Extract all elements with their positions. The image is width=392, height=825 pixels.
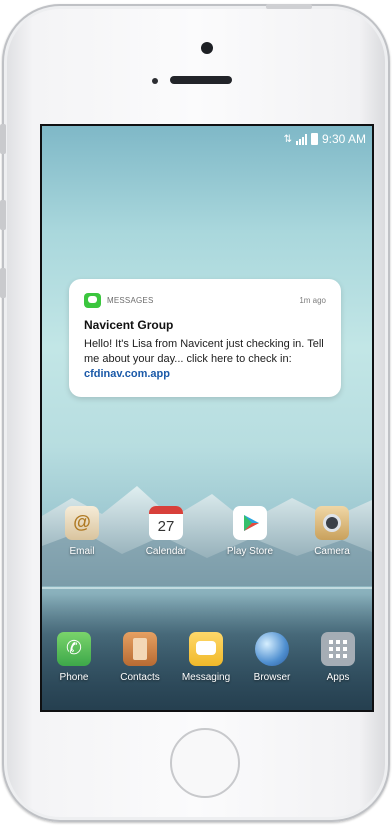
contacts-icon <box>123 632 157 666</box>
app-label: Messaging <box>181 672 231 683</box>
app-label: Email <box>69 546 95 557</box>
app-label: Apps <box>326 672 350 683</box>
browser-icon <box>255 632 289 666</box>
message-notification[interactable]: MESSAGES 1m ago Navicent Group Hello! It… <box>69 279 341 397</box>
messages-icon <box>84 293 101 308</box>
email-icon: @ <box>65 506 99 540</box>
app-label: Calendar <box>145 546 187 557</box>
front-camera <box>201 42 213 54</box>
messaging-icon <box>189 632 223 666</box>
dock-app-phone[interactable]: ✆ Phone <box>42 632 106 683</box>
calendar-day: 27 <box>157 518 175 535</box>
volume-down-button <box>0 268 6 298</box>
status-bar: ⇅ 9:30 AM <box>284 132 366 146</box>
proximity-sensor <box>152 78 158 84</box>
home-button[interactable] <box>170 728 240 798</box>
battery-icon <box>310 133 318 145</box>
calendar-icon: 27 <box>149 506 183 540</box>
status-time: 9:30 AM <box>321 132 366 146</box>
dock-app-apps[interactable]: Apps <box>306 632 370 683</box>
notification-app: MESSAGES <box>84 293 154 308</box>
app-label: Contacts <box>120 672 160 683</box>
app-play-store[interactable]: Play Store <box>218 506 282 557</box>
app-label: Play Store <box>226 546 274 557</box>
camera-icon <box>315 506 349 540</box>
apps-grid-icon <box>321 632 355 666</box>
mute-switch <box>0 124 6 154</box>
signal-icon <box>295 133 307 145</box>
phone-screen: ⇅ 9:30 AM MESSAGES 1m ago Navicent Group… <box>40 124 374 712</box>
dock-app-contacts[interactable]: Contacts <box>108 632 172 683</box>
dock-app-messaging[interactable]: Messaging <box>174 632 238 683</box>
app-label: Browser <box>253 672 291 683</box>
app-label: Phone <box>59 672 89 683</box>
power-button <box>266 4 312 9</box>
notification-title: Navicent Group <box>84 318 174 332</box>
notification-body: Hello! It's Lisa from Navicent just chec… <box>84 337 330 382</box>
notification-text: Hello! It's Lisa from Navicent just chec… <box>84 338 324 365</box>
app-calendar[interactable]: 27 Calendar <box>134 506 198 557</box>
notification-time: 1m ago <box>299 296 326 305</box>
app-camera[interactable]: Camera <box>300 506 364 557</box>
dock-app-browser[interactable]: Browser <box>240 632 304 683</box>
play-store-icon <box>233 506 267 540</box>
wifi-icon: ⇅ <box>283 133 292 145</box>
earpiece-speaker <box>170 76 232 84</box>
app-label: Camera <box>314 546 350 557</box>
notification-app-name: MESSAGES <box>107 296 154 305</box>
notification-link[interactable]: cfdinav.com.app <box>84 368 170 380</box>
app-email[interactable]: @ Email <box>50 506 114 557</box>
phone-icon: ✆ <box>57 632 91 666</box>
volume-up-button <box>0 200 6 230</box>
